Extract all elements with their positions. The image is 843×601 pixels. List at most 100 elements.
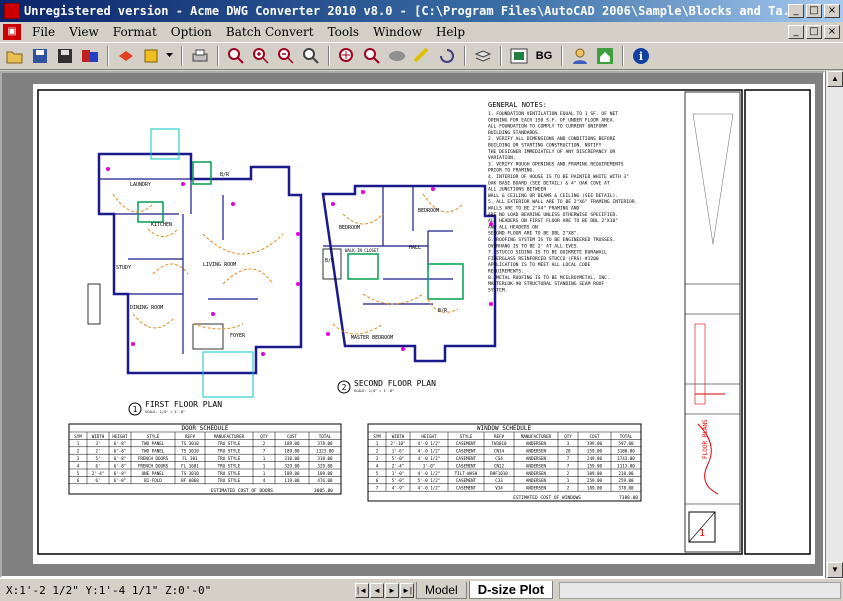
table-header-cell: QTY <box>260 434 268 439</box>
scroll-up-icon[interactable]: ▲ <box>827 71 843 87</box>
menu-help[interactable]: Help <box>429 25 472 39</box>
zoom-previous-icon[interactable] <box>361 45 383 67</box>
close-button[interactable]: × <box>824 4 840 18</box>
last-tab-icon[interactable]: ►| <box>400 582 414 598</box>
note-line: WALLS ARE TO BE 2"X4" FRAMING AND <box>488 206 580 212</box>
room-label: B/R <box>220 172 230 178</box>
table-cell: 5 <box>376 471 379 476</box>
table-cell: 2'-4" <box>392 463 405 468</box>
info-icon[interactable]: i <box>630 45 652 67</box>
table-cell: 6'-8" <box>114 471 127 476</box>
menu-window[interactable]: Window <box>366 25 429 39</box>
table-cell: FRENCH DOORS <box>138 463 169 468</box>
view-3d-icon[interactable] <box>386 45 408 67</box>
table-cell: CASEMENT <box>456 463 477 468</box>
menu-view[interactable]: View <box>62 25 106 39</box>
note-line: OVERHANG IS TO BE 2' AT ALL EVES. <box>488 243 579 249</box>
note-line: THE DESIGNER IMMEDIATELY OF ANY DISCREPA… <box>488 149 615 155</box>
pan-icon[interactable] <box>300 45 322 67</box>
tab-model[interactable]: Model <box>416 581 467 599</box>
prev-tab-icon[interactable]: ◄ <box>370 582 384 598</box>
table-header-cell: TOTAL <box>620 434 633 439</box>
document-icon[interactable]: ▣ <box>3 24 21 40</box>
table-cell: 4 <box>376 463 379 468</box>
scroll-down-icon[interactable]: ▼ <box>827 562 843 578</box>
tab-d-size-plot[interactable]: D-size Plot <box>468 581 554 599</box>
zoom-extents-icon[interactable] <box>336 45 358 67</box>
table-cell: 310.00 <box>284 456 300 461</box>
menu-batch-convert[interactable]: Batch Convert <box>219 25 321 39</box>
zoom-window-icon[interactable] <box>225 45 247 67</box>
menu-format[interactable]: Format <box>106 25 164 39</box>
mdi-minimize-button[interactable]: _ <box>788 25 804 39</box>
zoom-out-icon[interactable] <box>275 45 297 67</box>
maximize-button[interactable]: □ <box>806 4 822 18</box>
rotate-icon[interactable] <box>436 45 458 67</box>
room-label: KITCHEN <box>151 222 172 228</box>
table-cell: 7 <box>567 463 570 468</box>
door-schedule: DOOR SCHEDULE SYM WIDTH HEIGHT STYLE REF# MAN… <box>68 423 342 495</box>
toolbar-separator <box>181 46 183 66</box>
note-line: WALL & CEILING OR BEAMS & CEILING (SEE D… <box>488 193 618 199</box>
room-label: MASTER BEDROOM <box>351 335 393 341</box>
toolbar-separator <box>107 46 109 66</box>
room-label: STUDY <box>116 265 131 271</box>
table-cell: CASEMENT <box>456 478 477 483</box>
horizontal-scrollbar[interactable] <box>559 581 841 599</box>
bg-button[interactable]: BG <box>533 45 555 67</box>
table-cell: 5 <box>77 471 80 476</box>
vertical-scrollbar[interactable]: ▲ ▼ <box>825 71 843 578</box>
table-cell: 597.00 <box>618 441 634 446</box>
table-cell: 199.00 <box>587 441 603 446</box>
table-cell: TS 3010 <box>181 441 199 446</box>
note-line: FIBERGLASS REINFORCED STUCCO (FRS) #1200 <box>488 256 599 262</box>
zoom-in-icon[interactable] <box>250 45 272 67</box>
background-icon[interactable] <box>508 45 530 67</box>
menu-tools[interactable]: Tools <box>321 25 367 39</box>
table-cell: TRU STYLE <box>218 478 241 483</box>
measure-icon[interactable] <box>411 45 433 67</box>
user-icon[interactable] <box>569 45 591 67</box>
dropdown-arrow-icon[interactable] <box>165 45 175 67</box>
save-icon[interactable] <box>29 45 51 67</box>
note-line: ARE NO LOAD BEARING UNLESS OTHERWISE SPE… <box>488 212 618 218</box>
first-floor-plan: LAUNDRY KITCHEN B/R STUDY LIVING ROOM DI… <box>87 128 303 416</box>
table-cell: 2 <box>77 449 80 454</box>
menu-file[interactable]: File <box>25 25 62 39</box>
table-cell: TS 3010 <box>181 449 199 454</box>
open-folder-icon[interactable] <box>4 45 26 67</box>
note-line: 5. ALL EXTERIOR WALL ARE TO BE 2"X6" FRA… <box>488 199 635 205</box>
layers-icon[interactable] <box>115 45 137 67</box>
save-as-icon[interactable] <box>54 45 76 67</box>
print-icon[interactable] <box>189 45 211 67</box>
minimize-button[interactable]: _ <box>788 4 804 18</box>
mdi-restore-button[interactable]: □ <box>806 25 822 39</box>
table-cell: TILT-WASH <box>455 471 478 476</box>
first-tab-icon[interactable]: |◄ <box>355 582 369 598</box>
note-line: BUILDING STANDARDS. <box>488 130 541 136</box>
table-cell: 4 <box>77 463 80 468</box>
color-icon[interactable] <box>140 45 162 67</box>
mdi-close-button[interactable]: × <box>824 25 840 39</box>
door-footer: ESTIMATED COST OF DOORS <box>211 488 274 494</box>
note-line: BUILDING OR STARTING CONSTRUCTION. NOTIF… <box>488 143 602 149</box>
table-cell: 259.00 <box>618 478 634 483</box>
table-cell: 20 <box>565 449 571 454</box>
convert-icon[interactable] <box>79 45 101 67</box>
room-label: LIVING ROOM <box>203 262 236 268</box>
home-icon[interactable] <box>594 45 616 67</box>
table-header-cell: TOTAL <box>319 434 332 439</box>
menu-option[interactable]: Option <box>164 25 219 39</box>
plan-title: SECOND FLOOR PLAN <box>354 379 436 388</box>
room-label: DINING ROOM <box>130 305 163 311</box>
coordinates-readout: X:1'-2 1/2" Y:1'-4 1/1" Z:0'-0" <box>6 583 212 597</box>
table-cell: 3 <box>376 456 379 461</box>
table-header-cell: QTY <box>564 434 572 439</box>
table-cell: TRU STYLE <box>218 449 241 454</box>
bottom-bar: X:1'-2 1/2" Y:1'-4 1/1" Z:0'-0" |◄ ◄ ► ►… <box>0 578 843 601</box>
toolbar-separator <box>328 46 330 66</box>
table-cell: 189.00 <box>284 449 300 454</box>
next-tab-icon[interactable]: ► <box>385 582 399 598</box>
table-cell: 2'-10" <box>390 441 405 446</box>
layer-manager-icon[interactable] <box>472 45 494 67</box>
